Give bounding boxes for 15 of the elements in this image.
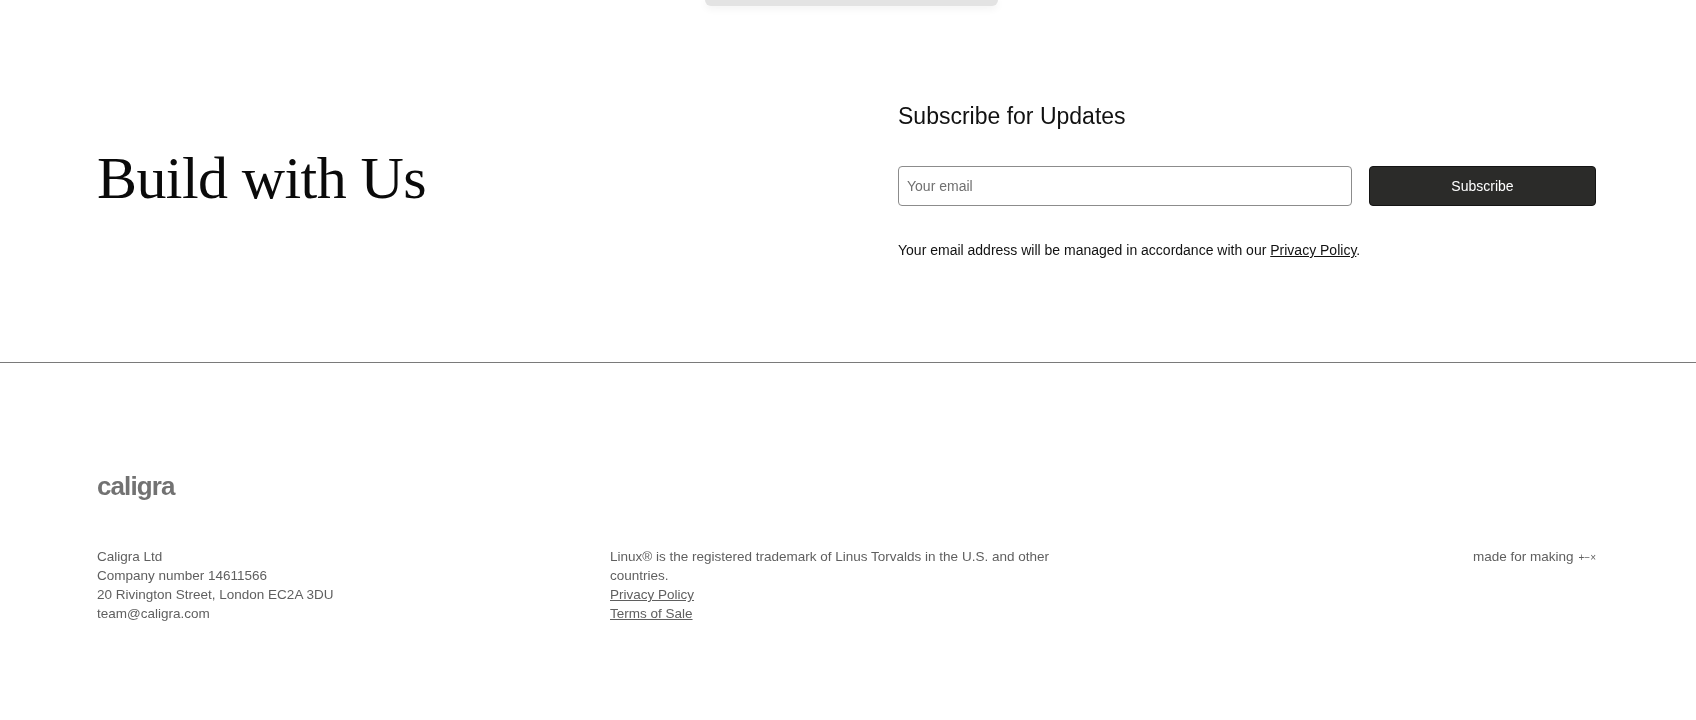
privacy-note: Your email address will be managed in accordance with our Privacy Policy. <box>898 241 1361 260</box>
section-title: Subscribe for Updates <box>898 102 1126 130</box>
page-heading: Build with Us <box>97 148 426 208</box>
logo: caligra <box>97 471 175 501</box>
company-number: Company number 14611566 <box>97 567 268 585</box>
trademark-notice: Linux® is the registered trademark of Linus Torvalds in the U.S. and other countries. <box>610 548 1050 585</box>
email-field[interactable]: Your email <box>898 166 1352 206</box>
terms-of-sale-link[interactable]: Terms of Sale <box>610 604 693 623</box>
email-address: team@caligra.com <box>97 605 210 623</box>
privacy-policy-link[interactable]: Privacy Policy <box>610 585 695 604</box>
operator-symbols: +−× <box>1578 551 1596 565</box>
postal-address: 20 Rivington Street, London EC2A 3DU <box>97 586 334 604</box>
subscribe-button[interactable]: Subscribe <box>1369 166 1596 206</box>
company-name: Caligra Ltd <box>97 548 163 566</box>
tagline: made for making <box>1472 548 1574 566</box>
